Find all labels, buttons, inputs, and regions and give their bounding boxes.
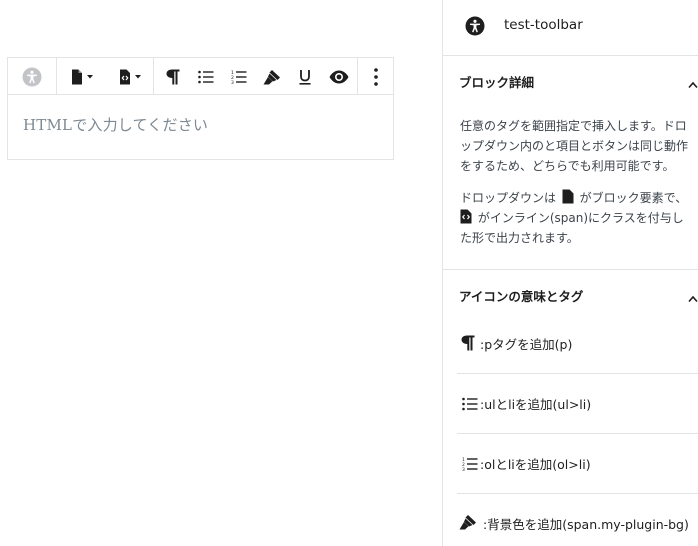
details-line: ップダウン内のと項目とボタンは同じ動作: [460, 139, 689, 153]
panel-title: アイコンの意味とタグ: [459, 289, 584, 304]
legend-label: :背景色を追加(span.my-plugin-bg): [483, 517, 689, 532]
legend-label: :olとliを追加(ol>li): [480, 457, 591, 472]
plugin-title: test-toolbar: [504, 17, 583, 33]
highlighter-icon[interactable]: [255, 59, 288, 95]
details-line: をするため、どちらでも利用可能です。: [460, 159, 675, 173]
accessibility-icon[interactable]: [8, 59, 56, 95]
input-placeholder: HTMLで入力してください: [23, 116, 209, 134]
code-icon: [460, 209, 472, 230]
details-text: がインライン(span)にクラスを付与し: [477, 211, 684, 225]
toolbar-group-more: [358, 58, 394, 95]
panel-title: ブロック詳細: [459, 75, 535, 90]
chevron-up-icon: [688, 74, 698, 93]
legend-label: :ulとliを追加(ul>li): [480, 397, 592, 412]
panel-icon-legend: アイコンの意味とタグ :pタグを追加(p) :ulとliを追加(ul>li) 1…: [443, 270, 698, 546]
details-text: がブロック要素で、: [579, 191, 688, 205]
details-line: た形で出力されます。: [460, 231, 579, 245]
settings-sidebar: test-toolbar ブロック詳細 任意のタグを範囲指定で挿入します。ドロ …: [442, 0, 698, 546]
underline-icon[interactable]: [288, 59, 321, 95]
legend-item: :ulとliを追加(ul>li): [457, 374, 698, 434]
ordered-list-icon[interactable]: 123: [222, 59, 255, 95]
details-line: ドロップダウンは がブロック要素で、: [460, 188, 687, 210]
document-icon: [562, 189, 574, 210]
accessibility-icon: [465, 16, 485, 40]
unordered-list-icon[interactable]: [189, 59, 222, 95]
details-line: 任意のタグを範囲指定で挿入します。ドロ: [460, 119, 687, 133]
html-input-area[interactable]: HTMLで入力してください: [7, 94, 394, 160]
legend-item: :pタグを追加(p): [457, 314, 698, 374]
unordered-list-icon: [462, 396, 478, 415]
toolbar-group-block: [8, 58, 57, 95]
panel-toggle-block-details[interactable]: ブロック詳細: [443, 56, 698, 104]
block-document-dropdown[interactable]: [57, 59, 105, 95]
eye-icon[interactable]: [321, 59, 357, 95]
panel-toggle-icon-legend[interactable]: アイコンの意味とタグ: [443, 270, 698, 318]
legend-item: 123 :olとliを追加(ol>li): [457, 434, 698, 494]
block-toolbar: 123: [7, 57, 394, 95]
highlighter-icon: [459, 514, 477, 534]
paragraph-icon: [461, 335, 475, 355]
ordered-list-icon: 123: [462, 456, 478, 475]
panel-block-details: ブロック詳細 任意のタグを範囲指定で挿入します。ドロ ップダウン内のと項目とボタ…: [443, 56, 698, 270]
toolbar-group-formatting: 123: [154, 58, 358, 95]
details-line: がインライン(span)にクラスを付与し: [460, 208, 684, 230]
plugin-header: test-toolbar: [443, 0, 698, 56]
chevron-up-icon: [688, 288, 698, 307]
legend-item: :背景色を追加(span.my-plugin-bg): [457, 494, 698, 546]
svg-text:3: 3: [231, 80, 234, 84]
more-options-icon[interactable]: [358, 59, 394, 95]
legend-label: :pタグを追加(p): [480, 337, 573, 352]
editor-block[interactable]: 123 HTMLで入力してください: [7, 57, 394, 160]
toolbar-group-dropdowns: [57, 58, 154, 95]
inline-code-dropdown[interactable]: [105, 59, 153, 95]
svg-text:3: 3: [462, 467, 465, 471]
paragraph-icon[interactable]: [156, 59, 189, 95]
details-text: ドロップダウンは: [460, 191, 557, 205]
